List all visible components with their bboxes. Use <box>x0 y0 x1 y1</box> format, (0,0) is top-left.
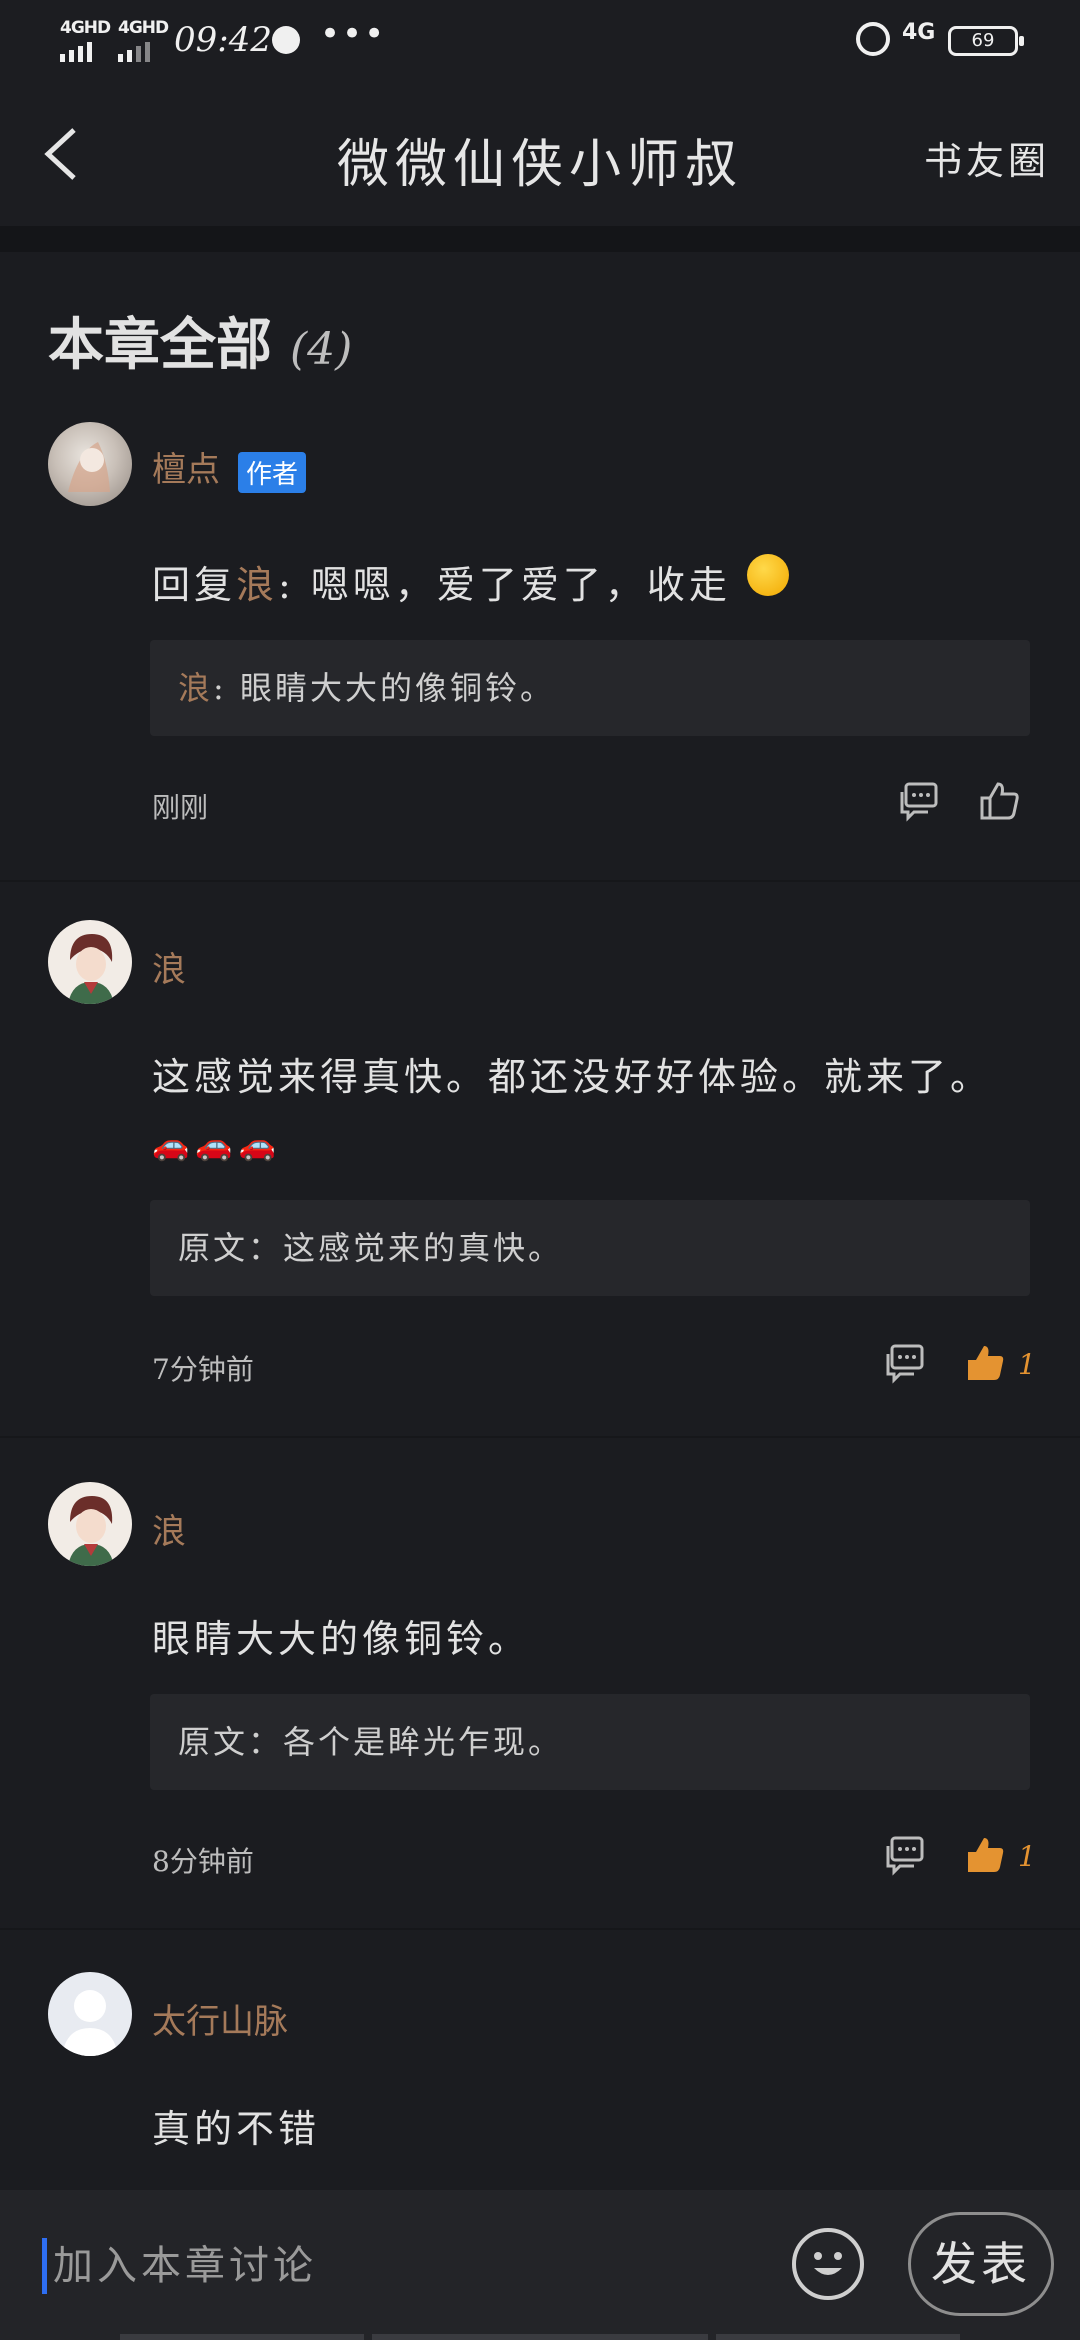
username[interactable]: 浪 <box>152 942 186 991</box>
avatar[interactable] <box>48 920 132 1004</box>
reply-comment-icon[interactable] <box>898 780 940 822</box>
quote-text: : 眼睛大大的像铜铃。 <box>213 669 555 707</box>
comment-text: 回复浪: 嗯嗯，爱了爱了，收走 <box>152 553 790 610</box>
reply-prefix: 回复 <box>152 563 237 607</box>
comment-input-bar: 加入本章讨论 发表 <box>0 2190 1080 2340</box>
quoted-comment[interactable]: 浪: 眼睛大大的像铜铃。 <box>150 640 1030 736</box>
reply-body: : 嗯嗯，爱了爱了，收走 <box>278 563 731 607</box>
nav-gesture-bar <box>372 2334 708 2340</box>
reply-target-user[interactable]: 浪 <box>236 563 278 607</box>
username[interactable]: 太行山脉 <box>152 1994 288 2043</box>
smiley-icon <box>814 2252 842 2275</box>
author-badge: 作者 <box>238 451 307 493</box>
signal-indicator-1: 4GHD <box>60 18 111 62</box>
like-count: 1 <box>1018 1840 1036 1873</box>
post-button[interactable]: 发表 <box>908 2212 1054 2316</box>
status-bar: 4GHD 4GHD 09:42 ••• 4G 69 <box>0 0 1080 84</box>
quote-text: 原文：这感觉来的真快。 <box>178 1229 564 1267</box>
page-title: 微微仙侠小师叔 <box>336 135 743 195</box>
app-notification-icon <box>272 26 300 54</box>
comment-time: 7分钟前 <box>152 1353 254 1386</box>
section-title-label: 本章全部 <box>48 312 272 378</box>
reply-comment-icon[interactable] <box>884 1342 926 1384</box>
username[interactable]: 浪 <box>152 1504 186 1553</box>
comment-text: 真的不错 <box>152 2107 321 2151</box>
liked-thumb-icon[interactable] <box>964 1834 1006 1876</box>
comment-divider <box>0 880 1080 882</box>
quote-author: 浪 <box>178 669 214 707</box>
nav-gesture-bar <box>120 2334 364 2340</box>
alarm-icon <box>856 22 890 56</box>
username[interactable]: 檀点 <box>152 450 220 490</box>
clock: 09:42 <box>174 20 272 60</box>
comment-divider <box>0 1928 1080 1930</box>
comment-text: 眼睛大大的像铜铃。 <box>152 1617 531 1661</box>
battery-level: 69 <box>971 30 995 51</box>
network-label: 4G <box>902 20 936 45</box>
dizzy-face-emoji <box>747 553 790 596</box>
book-friends-circle-link[interactable]: 书友圈 <box>924 130 1050 185</box>
avatar[interactable] <box>48 422 132 506</box>
comment-author[interactable]: 檀点 作者 <box>152 442 307 493</box>
signal-label: 4GHD <box>118 18 169 38</box>
top-nav-bar: 微微仙侠小师叔 书友圈 <box>0 84 1080 226</box>
header-separator <box>0 226 1080 252</box>
signal-label: 4GHD <box>60 18 111 38</box>
liked-thumb-icon[interactable] <box>964 1342 1006 1384</box>
like-icon[interactable] <box>978 780 1020 822</box>
like-count: 1 <box>1018 1348 1036 1381</box>
more-notifications-icon: ••• <box>320 14 387 54</box>
emoji-picker-button[interactable] <box>792 2228 864 2300</box>
comment-divider <box>0 1436 1080 1438</box>
comment-input[interactable]: 加入本章讨论 <box>42 2238 753 2294</box>
reply-comment-icon[interactable] <box>884 1834 926 1876</box>
battery-icon: 69 <box>948 26 1024 56</box>
car-emoji-line: 🚗🚗🚗 <box>152 1128 283 1163</box>
comment-count: (4) <box>290 324 353 375</box>
default-avatar[interactable] <box>48 1972 132 2056</box>
nav-gesture-bar <box>716 2334 960 2340</box>
signal-indicator-2: 4GHD <box>118 18 169 62</box>
quoted-original-text[interactable]: 原文：这感觉来的真快。 <box>150 1200 1030 1296</box>
avatar[interactable] <box>48 1482 132 1566</box>
comment-time: 刚刚 <box>152 791 209 824</box>
quoted-original-text[interactable]: 原文：各个是眸光乍现。 <box>150 1694 1030 1790</box>
quote-text: 原文：各个是眸光乍现。 <box>178 1723 564 1761</box>
comment-text: 这感觉来得真快。都还没好好体验。就来了。 <box>152 1055 993 1099</box>
comment-time: 8分钟前 <box>152 1845 254 1878</box>
section-title: 本章全部 (4) <box>48 300 352 381</box>
